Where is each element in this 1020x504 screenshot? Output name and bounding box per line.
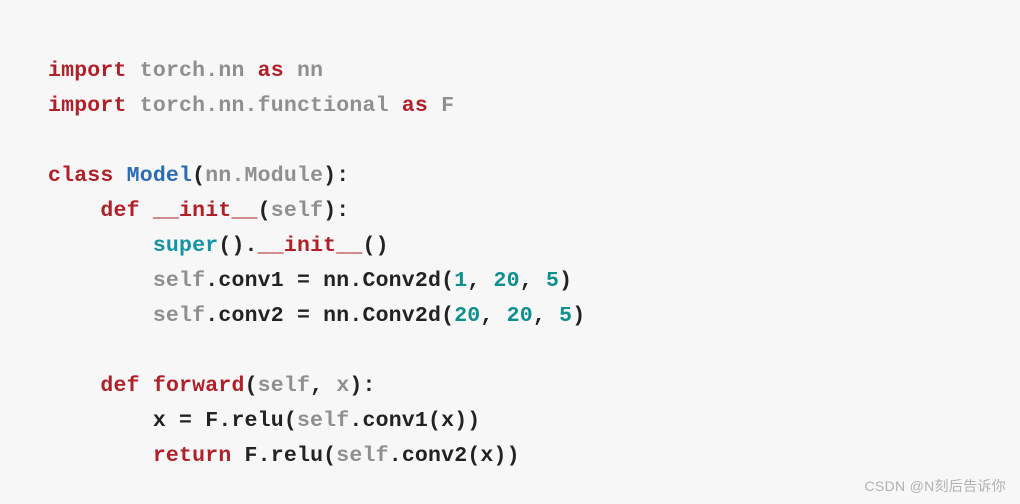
dot: . — [389, 444, 402, 468]
comma: , — [533, 304, 559, 328]
call-dot: (). — [218, 234, 257, 258]
line-8: self.conv2 = nn.Conv2d(20, 20, 5) — [48, 304, 585, 328]
alias: nn — [297, 59, 323, 83]
builtin-super: super — [153, 234, 219, 258]
number: 20 — [507, 304, 533, 328]
module: torch.nn — [140, 59, 245, 83]
kw-import: import — [48, 59, 127, 83]
func-name: forward — [153, 374, 245, 398]
param-x: x — [336, 374, 349, 398]
func-name: __init__ — [258, 234, 363, 258]
dot: . — [205, 304, 218, 328]
line-4: class Model(nn.Module): — [48, 164, 349, 188]
kw-def: def — [100, 374, 139, 398]
paren-open: ( — [192, 164, 205, 188]
method-call: conv2(x)) — [402, 444, 520, 468]
method-call: conv1(x)) — [362, 409, 480, 433]
line-6: super().__init__() — [48, 234, 389, 258]
kw-class: class — [48, 164, 114, 188]
kw-as: as — [258, 59, 284, 83]
self: self — [153, 269, 205, 293]
base-class: nn.Module — [205, 164, 323, 188]
paren-close-colon: ): — [323, 199, 349, 223]
line-7: self.conv1 = nn.Conv2d(1, 20, 5) — [48, 269, 572, 293]
number: 20 — [494, 269, 520, 293]
attr-assign: conv1 = nn.Conv2d( — [218, 269, 454, 293]
watermark: CSDN @N刻后告诉你 — [865, 476, 1006, 496]
number: 5 — [559, 304, 572, 328]
paren-close: ) — [572, 304, 585, 328]
paren-close: ) — [559, 269, 572, 293]
comma: , — [310, 374, 336, 398]
line-11: x = F.relu(self.conv1(x)) — [48, 409, 480, 433]
comma: , — [467, 269, 493, 293]
paren-close-colon: ): — [349, 374, 375, 398]
number: 20 — [454, 304, 480, 328]
self: self — [336, 444, 388, 468]
parens: () — [362, 234, 388, 258]
line-2: import torch.nn.functional as F — [48, 94, 454, 118]
alias: F — [441, 94, 454, 118]
self: self — [297, 409, 349, 433]
call: F.relu( — [231, 444, 336, 468]
kw-as: as — [402, 94, 428, 118]
class-name: Model — [127, 164, 193, 188]
self: self — [153, 304, 205, 328]
dot: . — [349, 409, 362, 433]
number: 1 — [454, 269, 467, 293]
line-12: return F.relu(self.conv2(x)) — [48, 444, 520, 468]
number: 5 — [546, 269, 559, 293]
line-10: def forward(self, x): — [48, 374, 376, 398]
line-5: def __init__(self): — [48, 199, 349, 223]
module: torch.nn.functional — [140, 94, 389, 118]
comma: , — [520, 269, 546, 293]
param-self: self — [271, 199, 323, 223]
comma: , — [480, 304, 506, 328]
param-self: self — [258, 374, 310, 398]
kw-return: return — [153, 444, 232, 468]
lhs-call: x = F.relu( — [153, 409, 297, 433]
line-1: import torch.nn as nn — [48, 59, 323, 83]
func-name: __init__ — [153, 199, 258, 223]
paren-open: ( — [258, 199, 271, 223]
dot: . — [205, 269, 218, 293]
paren-close-colon: ): — [323, 164, 349, 188]
kw-import: import — [48, 94, 127, 118]
attr-assign: conv2 = nn.Conv2d( — [218, 304, 454, 328]
code-block: import torch.nn as nn import torch.nn.fu… — [0, 0, 1020, 504]
paren-open: ( — [245, 374, 258, 398]
kw-def: def — [100, 199, 139, 223]
